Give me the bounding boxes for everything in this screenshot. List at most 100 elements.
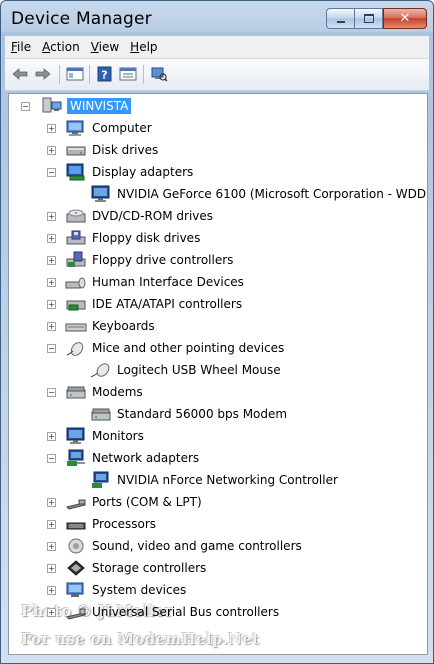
close-button[interactable]: ✕ <box>383 8 427 29</box>
tree-node[interactable]: + Computer <box>47 117 152 139</box>
expand-toggle[interactable]: + <box>47 299 56 309</box>
tree-node[interactable]: + Sound, video and game controllers <box>47 535 302 557</box>
usb-icon <box>65 603 87 621</box>
tree-node[interactable]: + System devices <box>47 579 186 601</box>
title-bar[interactable]: Device Manager ✕ <box>1 1 433 35</box>
tree-node[interactable]: + Universal Serial Bus controllers <box>47 601 279 623</box>
expand-toggle[interactable]: + <box>47 607 56 617</box>
collapse-toggle[interactable]: − <box>47 453 56 463</box>
tree-node[interactable]: − Display adapters <box>47 161 193 183</box>
tree-node[interactable]: + Keyboards <box>47 315 155 337</box>
toolbar-separator <box>89 65 90 84</box>
tree-node[interactable]: + Processors <box>47 513 156 535</box>
help-icon[interactable]: ? <box>96 66 114 82</box>
tree-device-item[interactable]: Logitech USB Wheel Mouse <box>90 359 281 381</box>
tree-node[interactable]: − Mice and other pointing devices <box>47 337 284 359</box>
tree-root[interactable]: − WINVISTA <box>21 95 132 117</box>
tree-device-item[interactable]: Standard 56000 bps Modem <box>90 403 287 425</box>
expand-toggle[interactable]: + <box>47 563 56 573</box>
expand-toggle[interactable]: + <box>47 277 56 287</box>
storage-controller-icon <box>65 559 87 577</box>
tree-node[interactable]: + IDE ATA/ATAPI controllers <box>47 293 242 315</box>
expand-toggle[interactable]: + <box>47 431 56 441</box>
close-icon: ✕ <box>399 11 411 26</box>
expand-toggle[interactable]: + <box>47 255 56 265</box>
tree-node-label: Storage controllers <box>92 561 207 575</box>
expand-toggle[interactable]: + <box>47 211 56 221</box>
expand-toggle[interactable]: + <box>47 497 56 507</box>
mouse-icon <box>65 339 87 357</box>
expand-toggle[interactable]: + <box>47 123 56 133</box>
processor-icon <box>65 515 87 533</box>
modem-icon <box>65 383 87 401</box>
tree-node-label: Floppy drive controllers <box>92 253 234 267</box>
tree-node[interactable]: + Storage controllers <box>47 557 206 579</box>
collapse-toggle[interactable]: − <box>21 101 30 111</box>
tree-device-label: Logitech USB Wheel Mouse <box>117 363 281 377</box>
tree-device-item[interactable]: NVIDIA GeForce 6100 (Microsoft Corporati… <box>90 183 428 205</box>
collapse-toggle[interactable]: − <box>47 343 56 353</box>
tree-node-label: Monitors <box>92 429 144 443</box>
expand-toggle[interactable]: + <box>47 233 56 243</box>
toolbar: ? <box>5 59 429 91</box>
tree-node-label: DVD/CD-ROM drives <box>92 209 214 223</box>
properties-icon[interactable] <box>119 66 137 82</box>
minimize-button[interactable] <box>326 8 354 29</box>
tree-node[interactable]: + Floppy disk drives <box>47 227 200 249</box>
tree-device-label: NVIDIA GeForce 6100 (Microsoft Corporati… <box>117 187 428 201</box>
ide-controller-icon <box>65 295 87 313</box>
tree-node-label: Disk drives <box>92 143 159 157</box>
toolbar-separator <box>143 65 144 84</box>
tree-node-label: Ports (COM & LPT) <box>92 495 202 509</box>
maximize-button[interactable] <box>354 8 383 29</box>
tree-node[interactable]: + Floppy drive controllers <box>47 249 233 271</box>
display-device-icon <box>90 185 112 203</box>
menu-file[interactable]: File <box>5 36 36 54</box>
tree-node[interactable]: + Monitors <box>47 425 144 447</box>
tree-node[interactable]: + Ports (COM & LPT) <box>47 491 202 513</box>
tree-node-label: System devices <box>92 583 187 597</box>
port-icon <box>65 493 87 511</box>
collapse-toggle[interactable]: − <box>47 167 56 177</box>
forward-arrow-icon[interactable] <box>34 66 52 82</box>
tree-node-label: Keyboards <box>92 319 155 333</box>
expand-toggle[interactable]: + <box>47 585 56 595</box>
tree-node-label: Display adapters <box>92 165 194 179</box>
expand-toggle[interactable]: + <box>47 541 56 551</box>
toolbar-separator <box>59 65 60 84</box>
tree-node-label: Human Interface Devices <box>92 275 244 289</box>
expand-toggle[interactable]: + <box>47 321 56 331</box>
sound-icon <box>65 537 87 555</box>
root-computer-icon <box>40 97 62 115</box>
expand-toggle[interactable]: + <box>47 519 56 529</box>
menu-view[interactable]: View <box>85 36 124 54</box>
tree-node-label: Processors <box>92 517 157 531</box>
tree-node-label: Computer <box>92 121 152 135</box>
expand-toggle[interactable]: + <box>47 145 56 155</box>
modem-device-icon <box>90 405 112 423</box>
network-device-icon <box>90 471 112 489</box>
tree-node-label: IDE ATA/ATAPI controllers <box>92 297 243 311</box>
collapse-toggle[interactable]: − <box>47 387 56 397</box>
tree-node[interactable]: + Human Interface Devices <box>47 271 244 293</box>
floppy-controller-icon <box>65 251 87 269</box>
show-hide-console-tree-icon[interactable] <box>66 66 84 82</box>
back-arrow-icon[interactable] <box>11 66 29 82</box>
svg-text:?: ? <box>101 69 107 82</box>
tree-node[interactable]: + Disk drives <box>47 139 158 161</box>
tree-device-label: NVIDIA nForce Networking Controller <box>117 473 338 487</box>
maximize-icon <box>363 14 374 23</box>
floppy-disk-icon <box>65 229 87 247</box>
menu-help[interactable]: Help <box>124 36 162 54</box>
tree-node[interactable]: − Modems <box>47 381 143 403</box>
tree-node[interactable]: + DVD/CD-ROM drives <box>47 205 213 227</box>
minimize-icon <box>336 20 345 23</box>
tree-device-item[interactable]: NVIDIA nForce Networking Controller <box>90 469 338 491</box>
display-adapter-icon <box>65 163 87 181</box>
menu-action[interactable]: Action <box>36 36 85 54</box>
tree-node[interactable]: − Network adapters <box>47 447 199 469</box>
network-adapter-icon <box>65 449 87 467</box>
scan-hardware-icon[interactable] <box>150 66 168 82</box>
mouse-device-icon <box>90 361 112 379</box>
tree-node-label: Modems <box>92 385 143 399</box>
